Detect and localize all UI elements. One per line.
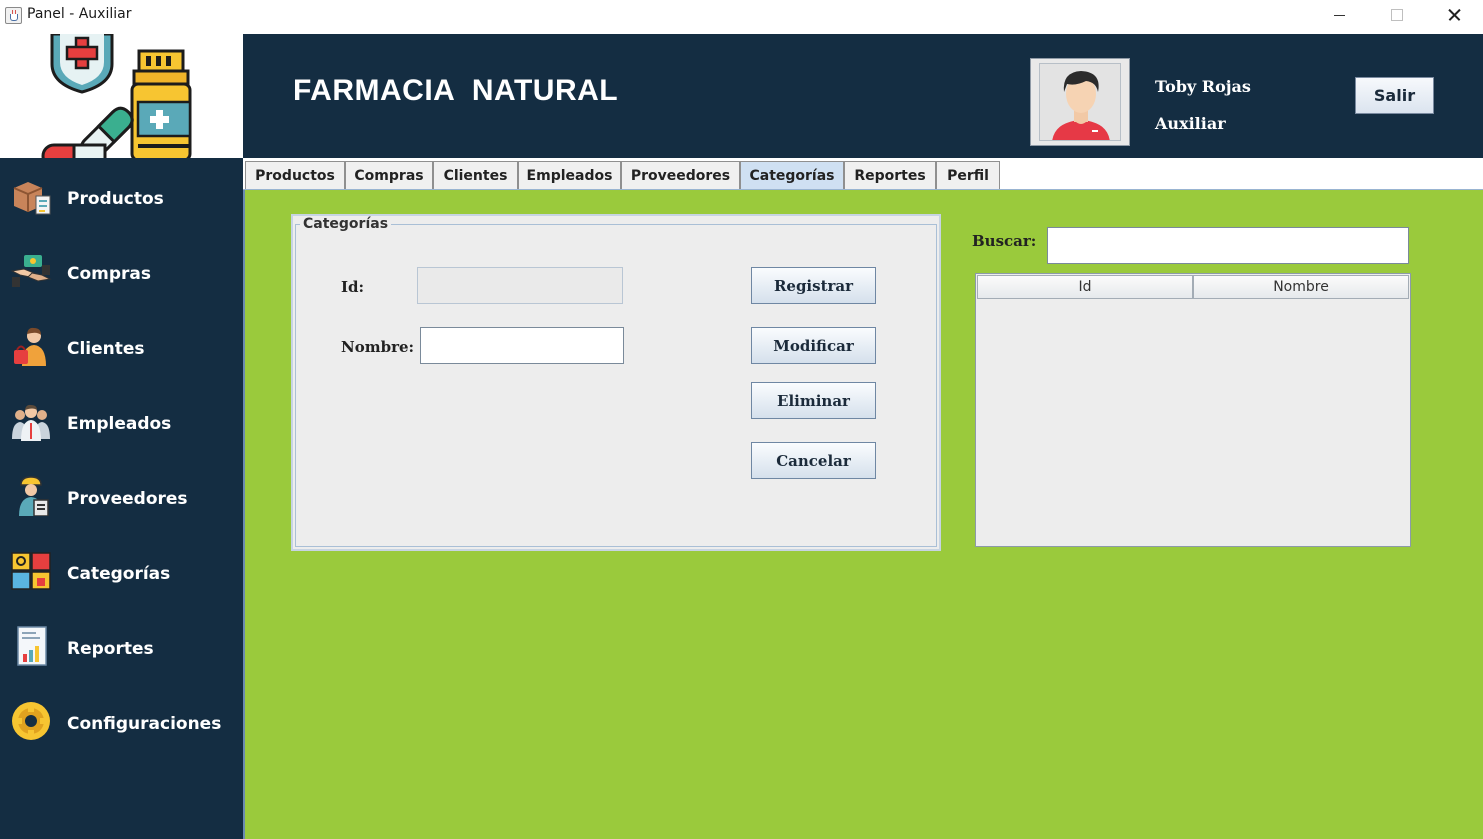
- search-label: Buscar:: [972, 232, 1037, 250]
- sidebar-item-categorias[interactable]: Categorías: [0, 539, 243, 599]
- cancel-button[interactable]: Cancelar: [751, 442, 876, 479]
- tab-clientes[interactable]: Clientes: [433, 161, 518, 189]
- id-field[interactable]: [417, 267, 623, 304]
- team-icon: [12, 404, 50, 441]
- app-header: FARMACIA NATURAL Toby Rojas Auxiliar Sal…: [243, 34, 1483, 158]
- table-header: Id Nombre: [977, 275, 1409, 299]
- sidebar-item-proveedores[interactable]: Proveedores: [0, 464, 243, 524]
- brand-title: FARMACIA NATURAL: [293, 74, 619, 107]
- java-cup-icon: [5, 7, 22, 24]
- sidebar-item-label: Empleados: [67, 414, 172, 434]
- id-label: Id:: [341, 278, 365, 296]
- avatar: [1030, 58, 1130, 146]
- handshake-money-icon: [10, 255, 52, 287]
- maximize-button[interactable]: [1367, 0, 1425, 33]
- report-icon: [17, 626, 47, 666]
- categories-form: Categorías Id: Nombre: Registrar Modific…: [291, 214, 941, 551]
- register-button[interactable]: Registrar: [751, 267, 876, 304]
- categories-icon: [11, 552, 51, 590]
- sidebar-item-label: Compras: [67, 264, 152, 284]
- name-label: Nombre:: [341, 338, 415, 356]
- pharmacy-logo: [0, 34, 243, 158]
- sidebar: Productos Compras Clientes Empleados Pro…: [0, 158, 243, 839]
- tab-productos[interactable]: Productos: [245, 161, 345, 189]
- box-icon: [13, 182, 51, 215]
- sidebar-item-compras[interactable]: Compras: [0, 239, 243, 299]
- gear-icon: [12, 702, 50, 740]
- sidebar-item-label: Clientes: [67, 339, 145, 359]
- supplier-icon: [19, 476, 49, 516]
- sidebar-item-empleados[interactable]: Empleados: [0, 389, 243, 449]
- customer-icon: [14, 327, 46, 366]
- app-window: Panel - Auxiliar FARMACIA NATURAL Toby R…: [0, 0, 1483, 839]
- tab-reportes[interactable]: Reportes: [844, 161, 936, 189]
- close-button[interactable]: [1425, 0, 1483, 33]
- sidebar-item-label: Reportes: [67, 639, 154, 659]
- user-role: Auxiliar: [1155, 114, 1226, 133]
- user-name: Toby Rojas: [1155, 77, 1251, 96]
- delete-button[interactable]: Eliminar: [751, 382, 876, 419]
- tab-categorias[interactable]: Categorías: [740, 161, 844, 189]
- window-title: Panel - Auxiliar: [27, 6, 132, 22]
- logout-button[interactable]: Salir: [1355, 77, 1434, 114]
- sidebar-item-label: Categorías: [67, 564, 171, 584]
- search-input[interactable]: [1047, 227, 1409, 264]
- column-header-id[interactable]: Id: [977, 275, 1193, 299]
- tab-proveedores[interactable]: Proveedores: [621, 161, 740, 189]
- tab-compras[interactable]: Compras: [345, 161, 433, 189]
- categorias-panel: Categorías Id: Nombre: Registrar Modific…: [243, 190, 1483, 839]
- minimize-button[interactable]: [1311, 0, 1369, 33]
- sidebar-item-reportes[interactable]: Reportes: [0, 614, 243, 674]
- sidebar-item-label: Configuraciones: [67, 714, 222, 734]
- tab-strip: Productos Compras Clientes Empleados Pro…: [243, 158, 1483, 190]
- user-avatar-icon: [1039, 63, 1121, 141]
- sidebar-item-label: Productos: [67, 189, 164, 209]
- modify-button[interactable]: Modificar: [751, 327, 876, 364]
- column-header-nombre[interactable]: Nombre: [1193, 275, 1409, 299]
- tab-perfil[interactable]: Perfil: [936, 161, 1000, 189]
- name-field[interactable]: [420, 327, 624, 364]
- tab-empleados[interactable]: Empleados: [518, 161, 621, 189]
- title-bar: Panel - Auxiliar: [0, 0, 1483, 33]
- sidebar-item-clientes[interactable]: Clientes: [0, 314, 243, 374]
- sidebar-item-configuraciones[interactable]: Configuraciones: [0, 689, 243, 749]
- form-legend: Categorías: [300, 216, 392, 232]
- sidebar-item-productos[interactable]: Productos: [0, 164, 243, 224]
- pharmacy-logo-icon: [41, 34, 192, 158]
- sidebar-item-label: Proveedores: [67, 489, 188, 509]
- categories-table[interactable]: Id Nombre: [975, 273, 1411, 547]
